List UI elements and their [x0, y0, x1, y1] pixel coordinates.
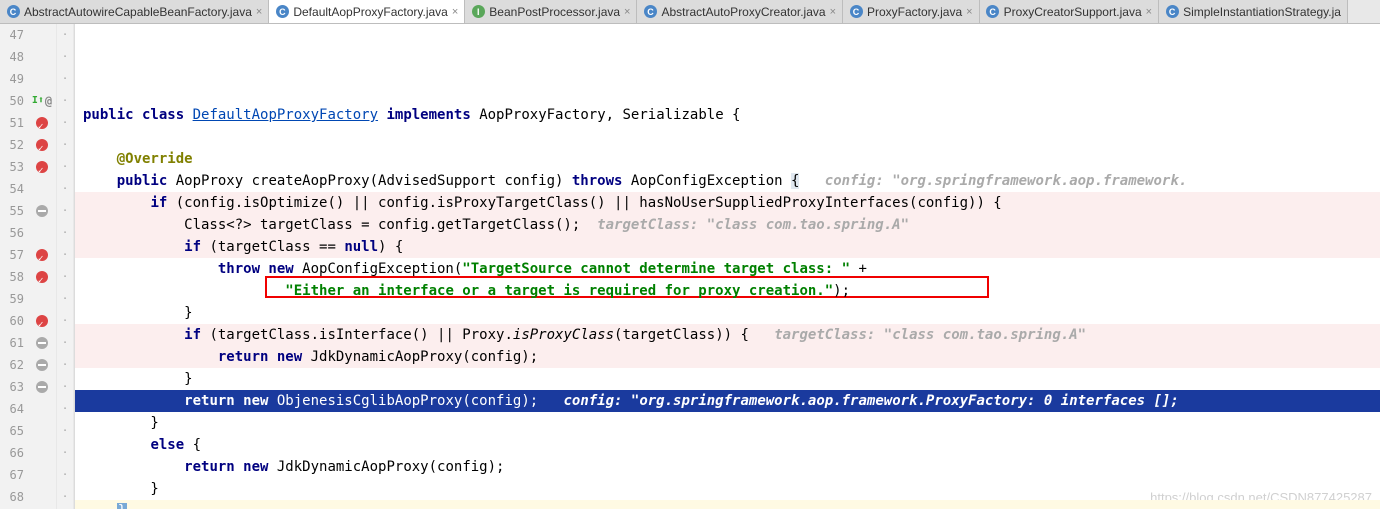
close-icon[interactable]: ×: [624, 6, 630, 18]
tab-simpleinstantiation[interactable]: C SimpleInstantiationStrategy.ja: [1159, 0, 1348, 23]
code-line[interactable]: Class<?> targetClass = config.getTargetC…: [75, 214, 1380, 236]
tab-label: DefaultAopProxyFactory.java: [293, 5, 448, 19]
breakpoint-hit-icon[interactable]: [36, 315, 48, 327]
tab-label: ProxyFactory.java: [867, 5, 962, 19]
muted-breakpoint-icon[interactable]: [36, 205, 48, 217]
code-line[interactable]: public AopProxy createAopProxy(AdvisedSu…: [75, 170, 1380, 192]
class-icon: C: [986, 5, 1000, 19]
class-icon: C: [849, 5, 863, 19]
close-icon[interactable]: ×: [452, 6, 458, 18]
tab-proxyfactory[interactable]: C ProxyFactory.java ×: [843, 0, 980, 23]
code-line[interactable]: }: [75, 302, 1380, 324]
code-line[interactable]: [75, 126, 1380, 148]
code-line[interactable]: }: [75, 500, 1380, 509]
code-editor[interactable]: 4748495051525354555657585960616263646566…: [0, 24, 1380, 509]
tab-proxycreatorsupport[interactable]: C ProxyCreatorSupport.java ×: [980, 0, 1160, 23]
tab-label: AbstractAutowireCapableBeanFactory.java: [24, 5, 252, 19]
gutter[interactable]: 4748495051525354555657585960616263646566…: [0, 24, 75, 509]
tab-abstractautowire[interactable]: C AbstractAutowireCapableBeanFactory.jav…: [0, 0, 269, 23]
implements-gutter-icon[interactable]: I⬆: [32, 90, 44, 112]
muted-breakpoint-icon[interactable]: [36, 359, 48, 371]
tab-beanpostprocessor[interactable]: I BeanPostProcessor.java ×: [465, 0, 637, 23]
close-icon[interactable]: ×: [256, 6, 262, 18]
close-icon[interactable]: ×: [1146, 6, 1152, 18]
editor-tab-bar: C AbstractAutowireCapableBeanFactory.jav…: [0, 0, 1380, 24]
code-line[interactable]: return new JdkDynamicAopProxy(config);: [75, 346, 1380, 368]
tab-defaultaopproxyfactory[interactable]: C DefaultAopProxyFactory.java ×: [269, 0, 465, 23]
tab-label: ProxyCreatorSupport.java: [1004, 5, 1142, 19]
tab-label: BeanPostProcessor.java: [489, 5, 620, 19]
code-line[interactable]: if (targetClass.isInterface() || Proxy.i…: [75, 324, 1380, 346]
class-icon: C: [1165, 5, 1179, 19]
close-icon[interactable]: ×: [966, 6, 972, 18]
code-line[interactable]: }: [75, 368, 1380, 390]
line-numbers: 4748495051525354555657585960616263646566…: [0, 24, 28, 509]
muted-breakpoint-icon[interactable]: [36, 381, 48, 393]
fold-column[interactable]: ······················: [56, 24, 74, 509]
code-line[interactable]: "Either an interface or a target is requ…: [75, 280, 1380, 302]
code-line[interactable]: else {: [75, 434, 1380, 456]
code-line[interactable]: throw new AopConfigException("TargetSour…: [75, 258, 1380, 280]
close-icon[interactable]: ×: [830, 6, 836, 18]
interface-icon: I: [471, 5, 485, 19]
class-icon: C: [275, 5, 289, 19]
code-line[interactable]: }: [75, 412, 1380, 434]
breakpoint-hit-icon[interactable]: [36, 249, 48, 261]
gutter-markers[interactable]: I⬆@: [28, 24, 56, 509]
code-line[interactable]: @Override: [75, 148, 1380, 170]
breakpoint-hit-icon[interactable]: [36, 161, 48, 173]
code-line[interactable]: public class DefaultAopProxyFactory impl…: [75, 104, 1380, 126]
code-line[interactable]: return new ObjenesisCglibAopProxy(config…: [75, 390, 1380, 412]
tab-abstractautoproxycreator[interactable]: C AbstractAutoProxyCreator.java ×: [637, 0, 843, 23]
class-icon: C: [6, 5, 20, 19]
code-line[interactable]: if (targetClass == null) {: [75, 236, 1380, 258]
code-line[interactable]: if (config.isOptimize() || config.isProx…: [75, 192, 1380, 214]
muted-breakpoint-icon[interactable]: [36, 337, 48, 349]
breakpoint-hit-icon[interactable]: [36, 139, 48, 151]
class-icon: C: [643, 5, 657, 19]
code-line[interactable]: return new JdkDynamicAopProxy(config);: [75, 456, 1380, 478]
code-area[interactable]: https://blog.csdn.net/CSDN877425287 publ…: [75, 24, 1380, 509]
breakpoint-hit-icon[interactable]: [36, 117, 48, 129]
tab-label: AbstractAutoProxyCreator.java: [661, 5, 825, 19]
breakpoint-hit-icon[interactable]: [36, 271, 48, 283]
tab-label: SimpleInstantiationStrategy.ja: [1183, 5, 1341, 19]
code-line[interactable]: }: [75, 478, 1380, 500]
